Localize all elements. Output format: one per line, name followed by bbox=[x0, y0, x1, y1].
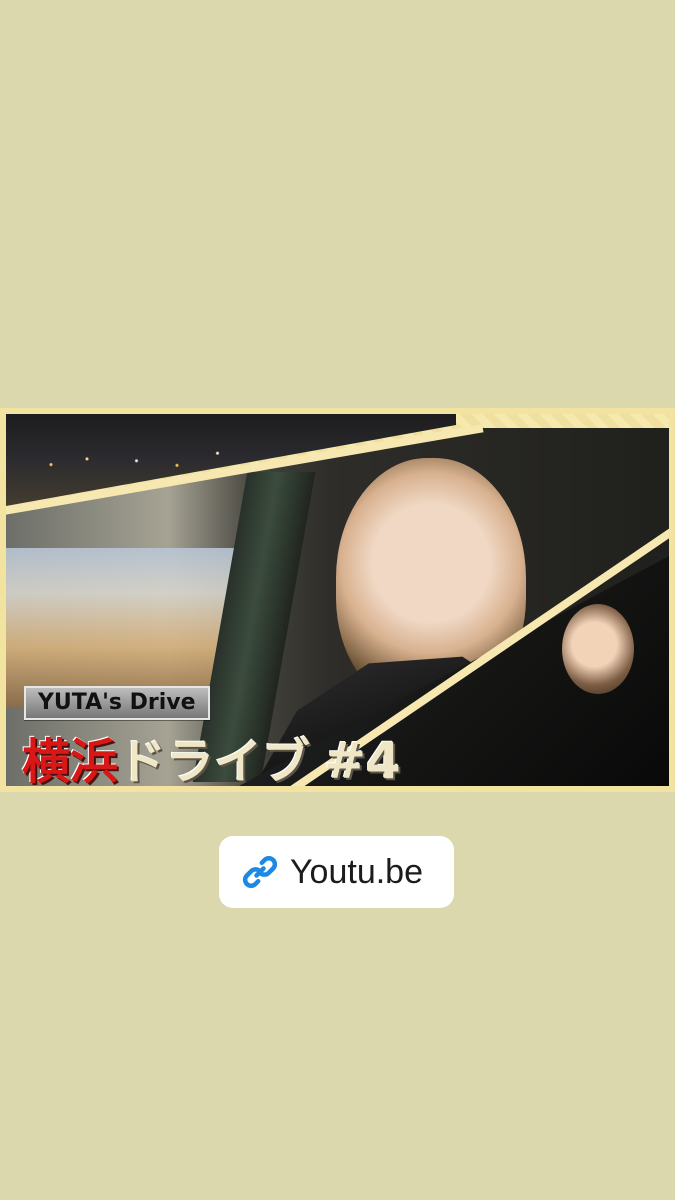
youtube-link-card[interactable]: Youtu.be bbox=[219, 836, 454, 908]
link-label: Youtu.be bbox=[290, 853, 423, 891]
title-drive: ドライブ bbox=[118, 734, 311, 790]
passenger-face bbox=[562, 604, 634, 694]
thumbnail-title: 横浜 ドライブ #4 bbox=[22, 722, 401, 790]
video-thumbnail[interactable]: YUTA's Drive 横浜 ドライブ #4 bbox=[0, 408, 675, 792]
title-location: 横浜 bbox=[22, 734, 119, 790]
series-tag: YUTA's Drive bbox=[24, 686, 210, 720]
episode-number: #4 bbox=[324, 732, 401, 790]
link-icon bbox=[240, 852, 280, 892]
